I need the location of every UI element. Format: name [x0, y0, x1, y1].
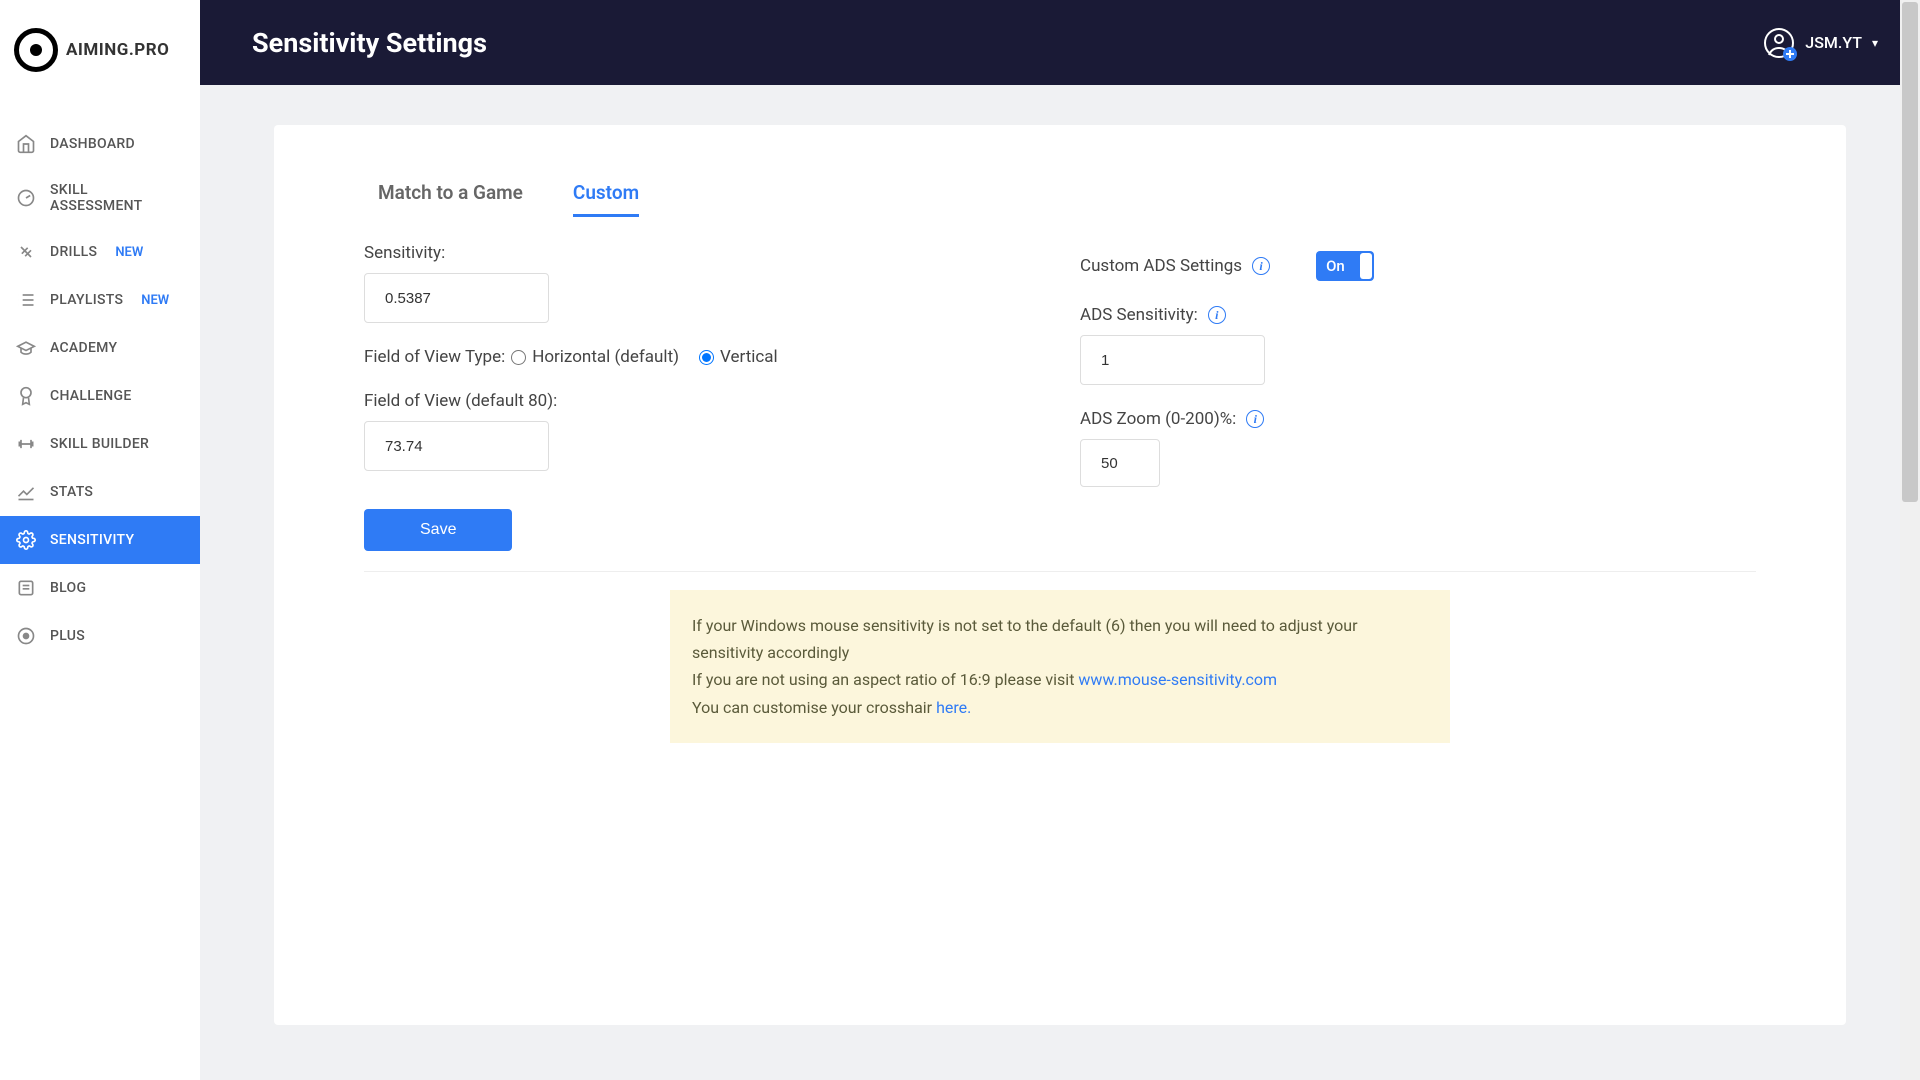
crosshair-link[interactable]: here.: [936, 698, 971, 717]
main: Sensitivity Settings JSM.YT ▾ Match to a…: [200, 0, 1920, 1080]
dumbbell-icon: [16, 434, 36, 454]
user-name: JSM.YT: [1805, 33, 1862, 52]
sensitivity-label: Sensitivity:: [364, 243, 1040, 263]
fov-vertical-label: Vertical: [720, 347, 778, 367]
sidebar-item-label: DASHBOARD: [50, 136, 135, 152]
notice-line-2: If you are not using an aspect ratio of …: [692, 666, 1428, 693]
sidebar-item-playlists[interactable]: PLAYLISTS NEW: [0, 276, 200, 324]
sidebar-item-academy[interactable]: ACADEMY: [0, 324, 200, 372]
mouse-sensitivity-link[interactable]: www.mouse-sensitivity.com: [1078, 670, 1277, 689]
sidebar-item-dashboard[interactable]: DASHBOARD: [0, 120, 200, 168]
brand-text: AIMING.PRO: [66, 40, 169, 60]
info-icon[interactable]: i: [1246, 410, 1264, 428]
fov-vertical-radio[interactable]: [699, 350, 714, 365]
tab-custom[interactable]: Custom: [573, 181, 639, 217]
notice-box: If your Windows mouse sensitivity is not…: [670, 590, 1450, 743]
col-right: Custom ADS Settings i On ADS Sensitivity…: [1080, 243, 1756, 551]
settings-row: Sensitivity: Field of View Type: Horizon…: [364, 243, 1756, 572]
nav: DASHBOARD SKILL ASSESSMENT DRILLS NEW PL…: [0, 100, 200, 660]
page-title: Sensitivity Settings: [252, 27, 487, 59]
tabs: Match to a Game Custom: [364, 181, 1756, 217]
fov-horizontal-radio[interactable]: [511, 350, 526, 365]
tab-match[interactable]: Match to a Game: [378, 181, 523, 217]
fov-type-label: Field of View Type:: [364, 347, 505, 367]
sidebar-item-label: PLUS: [50, 628, 85, 644]
chart-icon: [16, 482, 36, 502]
save-button[interactable]: Save: [364, 509, 512, 551]
sensitivity-input[interactable]: [364, 273, 549, 323]
user-menu[interactable]: JSM.YT ▾: [1763, 27, 1878, 59]
scroll-thumb[interactable]: [1902, 2, 1918, 502]
custom-ads-label: Custom ADS Settings: [1080, 256, 1242, 276]
ads-sens-input[interactable]: [1080, 335, 1265, 385]
fov-input[interactable]: [364, 421, 549, 471]
ads-sens-label: ADS Sensitivity:: [1080, 305, 1198, 325]
gear-icon: [16, 530, 36, 550]
custom-ads-row: Custom ADS Settings i On: [1080, 251, 1756, 281]
sidebar-item-label: DRILLS: [50, 244, 97, 260]
plus-circle-icon: [16, 626, 36, 646]
home-icon: [16, 134, 36, 154]
ads-sens-field: ADS Sensitivity: i: [1080, 305, 1756, 385]
custom-ads-toggle[interactable]: On: [1316, 251, 1374, 281]
settings-card: Match to a Game Custom Sensitivity: Fiel…: [274, 125, 1846, 1025]
sidebar-item-blog[interactable]: BLOG: [0, 564, 200, 612]
sidebar-item-stats[interactable]: STATS: [0, 468, 200, 516]
sidebar-item-label: STATS: [50, 484, 93, 500]
brand-logo[interactable]: AIMING.PRO: [0, 0, 200, 100]
tools-icon: [16, 242, 36, 262]
new-badge: NEW: [115, 245, 143, 260]
sidebar-item-label: SENSITIVITY: [50, 532, 134, 548]
fov-horizontal-label: Horizontal (default): [532, 347, 679, 367]
sidebar-item-drills[interactable]: DRILLS NEW: [0, 228, 200, 276]
header: Sensitivity Settings JSM.YT ▾: [200, 0, 1920, 85]
sidebar-item-skill-assessment[interactable]: SKILL ASSESSMENT: [0, 168, 200, 228]
target-icon: [14, 28, 58, 72]
ads-zoom-label: ADS Zoom (0-200)%:: [1080, 409, 1236, 429]
list-icon: [16, 290, 36, 310]
content: Match to a Game Custom Sensitivity: Fiel…: [200, 85, 1920, 1080]
toggle-label: On: [1316, 257, 1345, 275]
info-icon[interactable]: i: [1252, 257, 1270, 275]
notice-line-1: If your Windows mouse sensitivity is not…: [692, 612, 1428, 666]
sidebar-item-label: ACADEMY: [50, 340, 117, 356]
sidebar-item-challenge[interactable]: CHALLENGE: [0, 372, 200, 420]
sidebar-item-label: SKILL ASSESSMENT: [50, 182, 184, 214]
sidebar-item-label: CHALLENGE: [50, 388, 132, 404]
fov-field: Field of View (default 80):: [364, 391, 1040, 471]
avatar-icon: [1763, 27, 1795, 59]
notice-line-3: You can customise your crosshair here.: [692, 694, 1428, 721]
sidebar: AIMING.PRO DASHBOARD SKILL ASSESSMENT DR…: [0, 0, 200, 1080]
sidebar-item-skill-builder[interactable]: SKILL BUILDER: [0, 420, 200, 468]
sidebar-item-label: SKILL BUILDER: [50, 436, 149, 452]
sidebar-item-label: PLAYLISTS: [50, 292, 123, 308]
sidebar-item-sensitivity[interactable]: SENSITIVITY: [0, 516, 200, 564]
sensitivity-field: Sensitivity:: [364, 243, 1040, 323]
document-icon: [16, 578, 36, 598]
scrollbar[interactable]: [1900, 0, 1920, 1080]
ads-zoom-field: ADS Zoom (0-200)%: i: [1080, 409, 1756, 487]
ads-zoom-input[interactable]: [1080, 439, 1160, 487]
info-icon[interactable]: i: [1208, 306, 1226, 324]
toggle-knob: [1360, 253, 1372, 279]
chevron-down-icon: ▾: [1872, 36, 1878, 50]
gauge-icon: [16, 188, 36, 208]
fov-label: Field of View (default 80):: [364, 391, 1040, 411]
sidebar-item-plus[interactable]: PLUS: [0, 612, 200, 660]
new-badge: NEW: [141, 293, 169, 308]
fov-type-row: Field of View Type: Horizontal (default)…: [364, 347, 1040, 367]
graduation-icon: [16, 338, 36, 358]
col-left: Sensitivity: Field of View Type: Horizon…: [364, 243, 1040, 551]
sidebar-item-label: BLOG: [50, 580, 86, 596]
award-icon: [16, 386, 36, 406]
